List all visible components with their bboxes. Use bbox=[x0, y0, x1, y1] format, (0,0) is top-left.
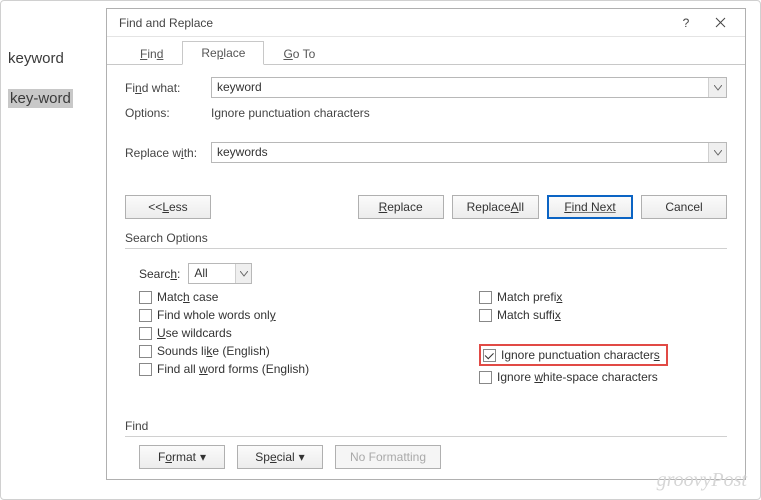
doc-word-2-highlighted: key-word bbox=[8, 89, 73, 108]
options-label: Options: bbox=[125, 106, 211, 120]
replace-with-input[interactable]: keywords bbox=[211, 142, 727, 163]
less-button[interactable]: << Less bbox=[125, 195, 211, 219]
tab-replace[interactable]: Replace bbox=[182, 41, 264, 65]
format-button[interactable]: Format▾ bbox=[139, 445, 225, 469]
replace-all-button[interactable]: Replace All bbox=[452, 195, 539, 219]
replace-with-label: Replace with: bbox=[125, 146, 211, 160]
replace-button[interactable]: Replace bbox=[358, 195, 444, 219]
find-what-input[interactable]: keyword bbox=[211, 77, 727, 98]
find-what-label: Find what: bbox=[125, 81, 211, 95]
special-button[interactable]: Special▾ bbox=[237, 445, 323, 469]
sounds-like-checkbox[interactable]: Sounds like (English) bbox=[139, 344, 439, 358]
chevron-down-icon[interactable] bbox=[708, 143, 726, 162]
whole-words-checkbox[interactable]: Find whole words only bbox=[139, 308, 439, 322]
ignore-punctuation-checkbox[interactable]: Ignore punctuation characters bbox=[483, 348, 660, 362]
wildcards-checkbox[interactable]: Use wildcards bbox=[139, 326, 439, 340]
match-case-checkbox[interactable]: Match case bbox=[139, 290, 439, 304]
match-prefix-checkbox[interactable]: Match prefix bbox=[479, 290, 668, 304]
titlebar: Find and Replace ? bbox=[107, 9, 745, 37]
tab-find[interactable]: Find bbox=[121, 42, 182, 65]
tab-goto[interactable]: Go To bbox=[264, 42, 334, 65]
doc-word-1: keyword bbox=[8, 50, 73, 67]
highlighted-option: Ignore punctuation characters bbox=[479, 344, 668, 366]
find-group-title: Find bbox=[125, 419, 727, 433]
close-button[interactable] bbox=[703, 12, 737, 34]
word-forms-checkbox[interactable]: Find all word forms (English) bbox=[139, 362, 439, 376]
find-replace-dialog: Find and Replace ? Find Replace Go To Fi… bbox=[106, 8, 746, 480]
ignore-whitespace-checkbox[interactable]: Ignore white-space characters bbox=[479, 370, 668, 384]
search-options-title: Search Options bbox=[125, 231, 727, 245]
dialog-title: Find and Replace bbox=[119, 16, 669, 30]
cancel-button[interactable]: Cancel bbox=[641, 195, 727, 219]
search-label: Search: bbox=[139, 267, 180, 281]
options-value: Ignore punctuation characters bbox=[211, 106, 370, 120]
chevron-down-icon[interactable] bbox=[235, 264, 251, 283]
find-next-button[interactable]: Find Next bbox=[547, 195, 633, 219]
chevron-down-icon[interactable] bbox=[708, 78, 726, 97]
no-formatting-button: No Formatting bbox=[335, 445, 441, 469]
tab-strip: Find Replace Go To bbox=[107, 37, 745, 65]
document-background: keyword key-word bbox=[8, 50, 73, 108]
help-button[interactable]: ? bbox=[669, 12, 703, 34]
search-direction-select[interactable]: All bbox=[188, 263, 252, 284]
match-suffix-checkbox[interactable]: Match suffix bbox=[479, 308, 668, 322]
